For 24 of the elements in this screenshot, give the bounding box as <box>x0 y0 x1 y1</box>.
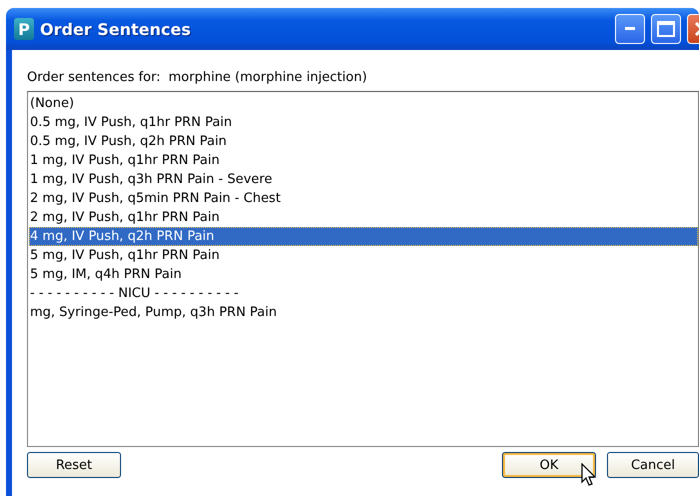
list-item[interactable]: 2 mg, IV Push, q5min PRN Pain - Chest <box>29 189 698 208</box>
list-item[interactable]: - - - - - - - - - - NICU - - - - - - - - - - <box>29 284 698 303</box>
list-item[interactable]: 0.5 mg, IV Push, q1hr PRN Pain <box>29 113 698 132</box>
dialog-button[interactable]: Cancel <box>607 452 699 478</box>
window-title: Order Sentences <box>40 20 192 38</box>
list-item[interactable]: mg, Syringe-Ped, Pump, q3h PRN Pain <box>29 303 698 322</box>
pointer-icon <box>581 463 599 487</box>
drug-name: morphine (morphine injection) <box>168 70 368 87</box>
maximize-button[interactable] <box>651 14 681 44</box>
sentence-list[interactable] <box>27 91 699 447</box>
list-item[interactable]: (None) <box>29 94 698 113</box>
dialog-button[interactable]: Reset <box>27 452 121 478</box>
list-item[interactable]: 2 mg, IV Push, q1hr PRN Pain <box>29 208 698 227</box>
minimize-icon <box>625 27 635 31</box>
maximize-icon <box>657 21 675 37</box>
list-item[interactable]: 5 mg, IM, q4h PRN Pain <box>29 265 698 284</box>
prompt-label: Order sentences for: <box>27 70 160 87</box>
minimize-button[interactable] <box>615 14 645 44</box>
list-item[interactable]: 4 mg, IV Push, q2h PRN Pain <box>29 227 698 246</box>
list-item[interactable]: 1 mg, IV Push, q1hr PRN Pain <box>29 151 698 170</box>
app-icon: P <box>14 18 34 40</box>
list-item[interactable]: 1 mg, IV Push, q3h PRN Pain - Severe <box>29 170 698 189</box>
list-item[interactable]: 0.5 mg, IV Push, q2h PRN Pain <box>29 132 698 151</box>
list-item[interactable]: 5 mg, IV Push, q1hr PRN Pain <box>29 246 698 265</box>
